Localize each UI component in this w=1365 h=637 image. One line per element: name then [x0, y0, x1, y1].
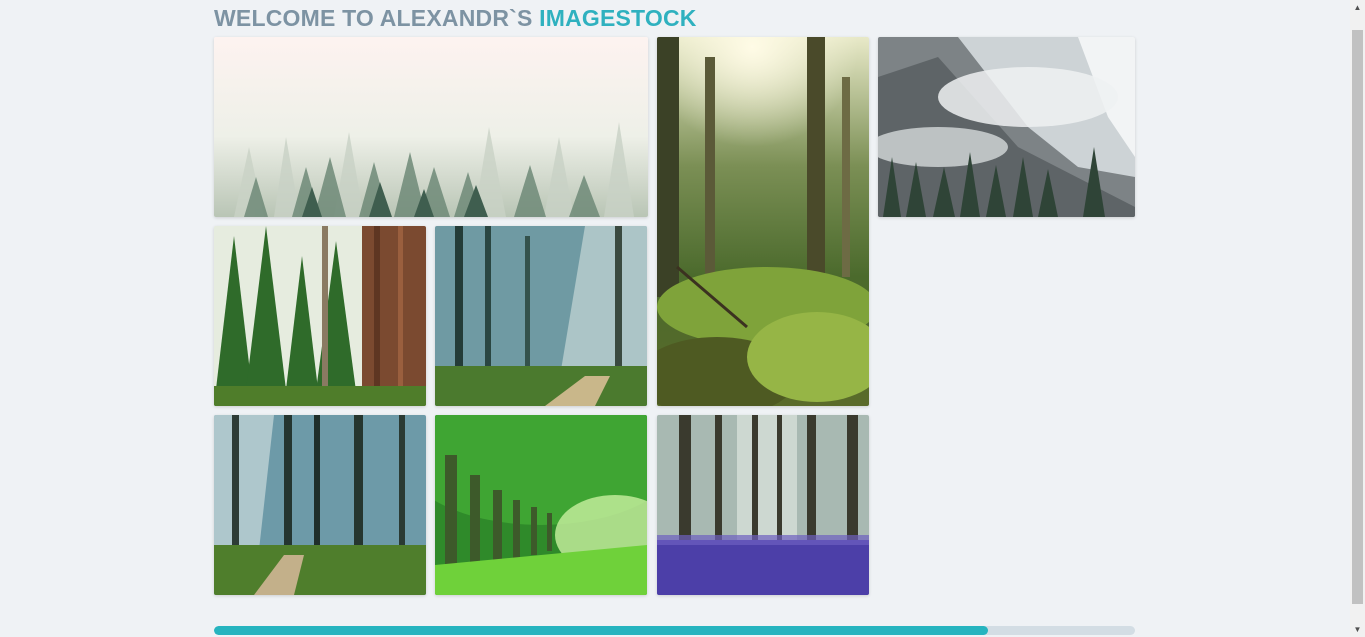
scroll-up-icon[interactable]: ▲	[1350, 0, 1365, 15]
scroll-thumb[interactable]	[1352, 30, 1363, 604]
gallery-image-redwood[interactable]	[214, 226, 426, 406]
progress-fill	[214, 626, 988, 635]
gallery-image-mountain[interactable]	[878, 37, 1135, 217]
title-prefix: WELCOME TO ALEXANDR`S	[214, 5, 540, 31]
gallery-image-trail[interactable]	[214, 415, 426, 595]
gallery-image-tree-tunnel[interactable]	[435, 415, 647, 595]
gallery-image-sunbeams[interactable]	[435, 226, 647, 406]
progress-bar	[214, 626, 1135, 635]
gallery-image-foggy-forest[interactable]	[214, 37, 648, 217]
scroll-down-icon[interactable]: ▼	[1350, 622, 1365, 637]
gallery-image-bluebells[interactable]	[657, 415, 869, 595]
page-title: WELCOME TO ALEXANDR`S IMAGESTOCK	[214, 5, 697, 32]
gallery-image-forest-floor[interactable]	[657, 37, 869, 406]
vertical-scrollbar[interactable]: ▲ ▼	[1350, 0, 1365, 637]
title-accent: IMAGESTOCK	[539, 5, 697, 31]
page: WELCOME TO ALEXANDR`S IMAGESTOCK ▲ ▼	[0, 0, 1365, 637]
